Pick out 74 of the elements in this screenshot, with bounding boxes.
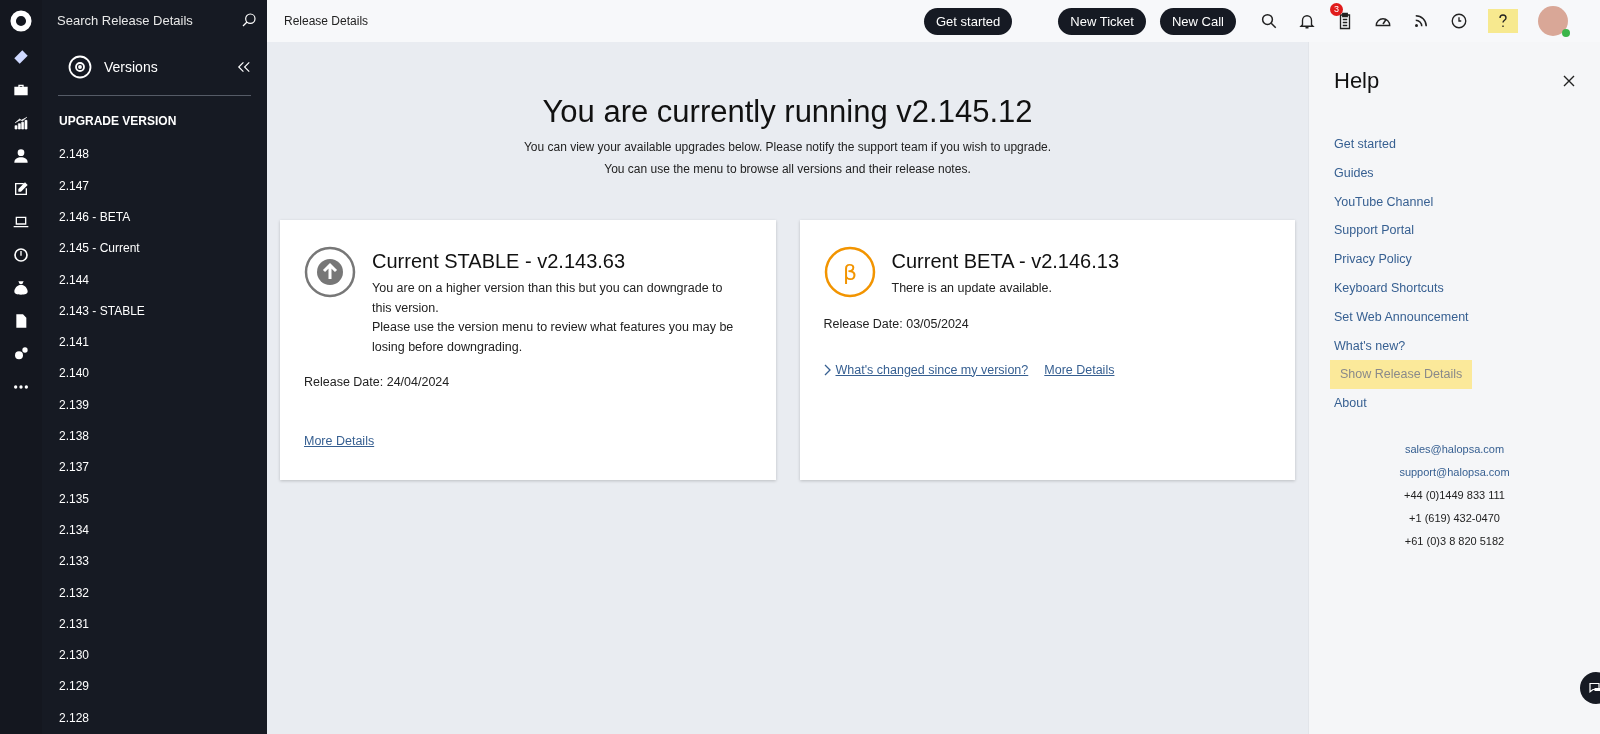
- changes-link[interactable]: What's changed since my version?: [823, 362, 1029, 377]
- version-item[interactable]: 2.135: [42, 483, 107, 515]
- help-link[interactable]: YouTube Channel: [1330, 187, 1438, 217]
- disc-icon: [68, 55, 92, 79]
- help-link[interactable]: Guides: [1330, 158, 1378, 188]
- help-link[interactable]: Support Portal: [1330, 216, 1418, 246]
- clock-icon[interactable]: [13, 247, 29, 263]
- breadcrumb: Release Details: [284, 14, 370, 28]
- help-link[interactable]: Set Web Announcement: [1330, 302, 1473, 332]
- subtitle-text: You can view your available upgrades below. Please notify the support team if you wish to upgrade.: [523, 139, 1052, 156]
- version-item[interactable]: 2.132: [42, 577, 107, 609]
- get-started-button[interactable]: Get started: [924, 7, 1013, 35]
- version-item[interactable]: 2.134: [42, 514, 107, 547]
- card-description: You are on a higher version than this but you can downgrade to this version.: [372, 280, 724, 317]
- laptop-icon[interactable]: [13, 214, 29, 230]
- card-description: Please use the version menu to review what features you may be losing before downgrading.: [372, 319, 735, 356]
- version-item[interactable]: 2.144: [42, 264, 107, 296]
- version-item[interactable]: 2.137: [42, 452, 107, 484]
- notification-badge: 3: [1329, 3, 1343, 16]
- money-bag-icon[interactable]: [13, 280, 29, 296]
- collapse-icon[interactable]: [237, 60, 251, 74]
- card-title: Current BETA - v2.146.13: [891, 250, 1120, 273]
- user-icon[interactable]: [13, 148, 29, 164]
- page-heading: You are currently running v2.145.12: [542, 94, 1033, 130]
- search-icon[interactable]: [1259, 12, 1278, 30]
- document-icon[interactable]: [13, 313, 29, 329]
- email-link[interactable]: sales@halopsa.com: [1404, 437, 1505, 461]
- phone-number: +1 (619) 432-0470: [1409, 510, 1500, 526]
- version-item[interactable]: 2.148: [42, 139, 107, 171]
- search-field[interactable]: Search Release Details: [55, 12, 229, 29]
- version-item[interactable]: 2.145 - Current: [42, 233, 157, 265]
- release-date: Release Date: 03/05/2024: [823, 316, 970, 331]
- beta-symbol: β: [842, 260, 857, 285]
- help-link[interactable]: About: [1330, 389, 1371, 418]
- help-link[interactable]: Keyboard Shortcuts: [1330, 274, 1448, 303]
- card-description: There is an update available.: [891, 280, 1054, 297]
- help-button[interactable]: [1487, 9, 1518, 33]
- help-title: Help: [1334, 68, 1380, 94]
- close-icon[interactable]: [1563, 75, 1575, 87]
- phone-number: +61 (0)3 8 820 5182: [1404, 533, 1505, 549]
- version-item[interactable]: 2.128: [42, 702, 107, 734]
- help-link[interactable]: Get started: [1330, 130, 1400, 159]
- version-item[interactable]: 2.139: [42, 389, 107, 422]
- chevron-icon: [823, 363, 832, 376]
- card-title: Current STABLE - v2.143.63: [372, 250, 627, 273]
- more-details-link[interactable]: More Details: [304, 434, 375, 448]
- version-item[interactable]: 2.130: [42, 640, 107, 672]
- email-link[interactable]: support@halopsa.com: [1399, 460, 1510, 484]
- section-heading: UPGRADE VERSION: [58, 113, 178, 130]
- panel-title: Versions: [104, 59, 158, 75]
- edit-icon[interactable]: [13, 181, 29, 197]
- bell-icon[interactable]: [1297, 12, 1316, 30]
- search-icon[interactable]: [241, 12, 257, 29]
- version-item[interactable]: 2.129: [42, 671, 107, 703]
- version-item[interactable]: 2.147: [42, 170, 107, 202]
- help-link[interactable]: What's new?: [1330, 331, 1410, 361]
- clock-icon[interactable]: [1449, 12, 1468, 30]
- release-date: Release Date: 24/04/2024: [304, 375, 451, 389]
- new-call-button[interactable]: New Call: [1159, 7, 1236, 35]
- briefcase-icon[interactable]: [13, 82, 29, 98]
- new-ticket-button[interactable]: New Ticket: [1058, 7, 1146, 35]
- help-link[interactable]: Privacy Policy: [1330, 245, 1416, 274]
- version-item[interactable]: 2.146 - BETA: [42, 201, 148, 234]
- phone-number: +44 (0)1449 833 111: [1404, 487, 1505, 503]
- version-item[interactable]: 2.141: [42, 327, 107, 359]
- version-item[interactable]: 2.131: [42, 608, 107, 641]
- chart-icon[interactable]: [13, 115, 29, 131]
- version-item[interactable]: 2.143 - STABLE: [42, 295, 162, 328]
- logo-icon[interactable]: [10, 10, 32, 32]
- version-item[interactable]: 2.138: [42, 421, 107, 453]
- more-details-link[interactable]: More Details: [1044, 362, 1115, 377]
- version-item[interactable]: 2.140: [42, 358, 107, 390]
- version-item[interactable]: 2.133: [42, 546, 107, 578]
- subtitle-text: You can use the menu to browse all versions and their release notes.: [604, 161, 971, 178]
